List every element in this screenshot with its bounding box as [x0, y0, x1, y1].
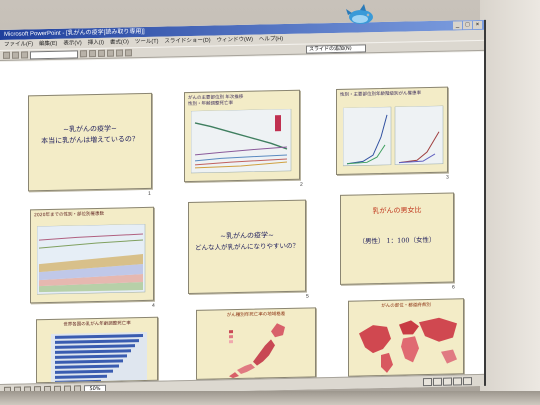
monitor-bezel-bottom	[0, 391, 540, 405]
slide-number-3: 3	[446, 174, 449, 181]
menu-slideshow[interactable]: スライドショー(D)	[164, 36, 210, 47]
normal-view-button[interactable]	[423, 377, 432, 387]
monitor-bezel-right	[480, 0, 540, 405]
slide-4-area-chart	[37, 223, 146, 295]
slide-9-world-map	[359, 317, 457, 373]
slideshow-view-button[interactable]	[463, 377, 472, 386]
menu-tools[interactable]: ツール(T)	[135, 37, 159, 47]
slide-5-subtitle: どんな人が乳がんになりやすいの？	[195, 241, 299, 252]
slide-thumbnail-3[interactable]: 性別・主要部位別年齢階級別がん罹患率	[336, 86, 448, 175]
view-buttons	[423, 377, 472, 387]
slide-2-line-chart	[191, 108, 292, 174]
slide-sorter: ~乳がんの疫学~ 本当に乳がんは増えているの？ 1 がんの主要部位別 年次推移 …	[0, 51, 486, 384]
slide-6-title: 乳がんの男女比	[372, 206, 422, 216]
slide-2-subtitle: 性別・年齢調整死亡率	[188, 101, 233, 108]
slide-1-subtitle: 本当に乳がんは増えているの？	[41, 135, 139, 146]
bold-icon[interactable]	[80, 50, 87, 58]
menu-format[interactable]: 書式(O)	[110, 37, 129, 47]
slide-thumbnail-2[interactable]: がんの主要部位別 年次推移 性別・年齢調整死亡率	[184, 89, 300, 183]
underline-icon[interactable]	[98, 49, 105, 57]
slide-thumbnail-5[interactable]: ~乳がんの疫学~ どんな人が乳がんになりやすいの？	[188, 199, 306, 295]
menu-window[interactable]: ウィンドウ(W)	[217, 35, 253, 46]
menu-edit[interactable]: 編集(E)	[39, 39, 57, 49]
slide-4-title: 2020年までの性別・部位別罹患数	[34, 211, 104, 219]
menu-help[interactable]: ヘルプ(H)	[259, 34, 283, 45]
slide-thumbnail-6[interactable]: 乳がんの男女比 （男性） 1：100（女性）	[340, 192, 454, 285]
slide-6-subtitle: （男性） 1：100（女性）	[358, 235, 436, 246]
slide-8-title: がん種別年死亡率の地域格差	[226, 312, 286, 319]
slide-thumbnail-1[interactable]: ~乳がんの疫学~ 本当に乳がんは増えているの？	[28, 92, 152, 192]
slide-thumbnail-4[interactable]: 2020年までの性別・部位別罹患数	[30, 206, 154, 304]
slide-sorter-view-button[interactable]	[453, 377, 462, 386]
slide-number-6: 6	[452, 284, 455, 291]
slide-thumbnail-8[interactable]: がん種別年死亡率の地域格差	[196, 307, 316, 380]
slide-7-bar-chart	[51, 331, 147, 384]
close-button[interactable]: ×	[473, 20, 482, 30]
bullets-icon[interactable]	[116, 49, 123, 57]
office-assistant-dolphin-icon[interactable]	[346, 3, 376, 27]
monitor: Microsoft PowerPoint - [乳がんの疫学[読み取り専用]] …	[0, 0, 540, 405]
slide-view-button[interactable]	[443, 377, 452, 386]
slide-8-japan-map	[229, 323, 285, 379]
outline-view-button[interactable]	[433, 377, 442, 386]
slide-7-title: 世界各国の乳がん年齢調整死亡率	[63, 321, 131, 328]
maximize-button[interactable]: □	[463, 21, 472, 30]
slide-3-charts	[343, 105, 444, 167]
new-icon[interactable]	[3, 51, 10, 59]
save-icon[interactable]	[21, 51, 28, 59]
slide-3-title: 性別・主要部位別年齢階級別がん罹患率	[340, 91, 421, 98]
screen: Microsoft PowerPoint - [乳がんの疫学[読み取り専用]] …	[0, 19, 486, 396]
font-select[interactable]	[30, 49, 78, 59]
new-slide-select[interactable]: スライドの追加(N)	[306, 43, 366, 54]
slide-thumbnail-7[interactable]: 世界各国の乳がん年齢調整死亡率	[36, 316, 158, 384]
slide-5-title: ~乳がんの疫学~	[220, 231, 274, 241]
slide-number-1: 1	[148, 190, 151, 197]
slide-thumbnail-9[interactable]: がんの部位・都道府県別	[348, 298, 464, 377]
italic-icon[interactable]	[89, 49, 96, 58]
slide-number-5: 5	[306, 293, 309, 300]
menu-insert[interactable]: 挿入(I)	[88, 38, 104, 48]
align-icon[interactable]	[107, 49, 114, 57]
menu-view[interactable]: 表示(V)	[63, 38, 81, 48]
menu-file[interactable]: ファイル(F)	[4, 39, 33, 50]
slide-1-title: ~乳がんの疫学~	[63, 124, 117, 134]
slide-9-title: がんの部位・都道府県別	[381, 302, 431, 310]
slide-number-2: 2	[300, 181, 303, 188]
font-color-icon[interactable]	[125, 49, 132, 57]
minimize-button[interactable]: _	[453, 21, 462, 30]
window-controls: _ □ ×	[453, 20, 484, 31]
slide-number-4: 4	[152, 302, 155, 309]
open-icon[interactable]	[12, 51, 19, 59]
